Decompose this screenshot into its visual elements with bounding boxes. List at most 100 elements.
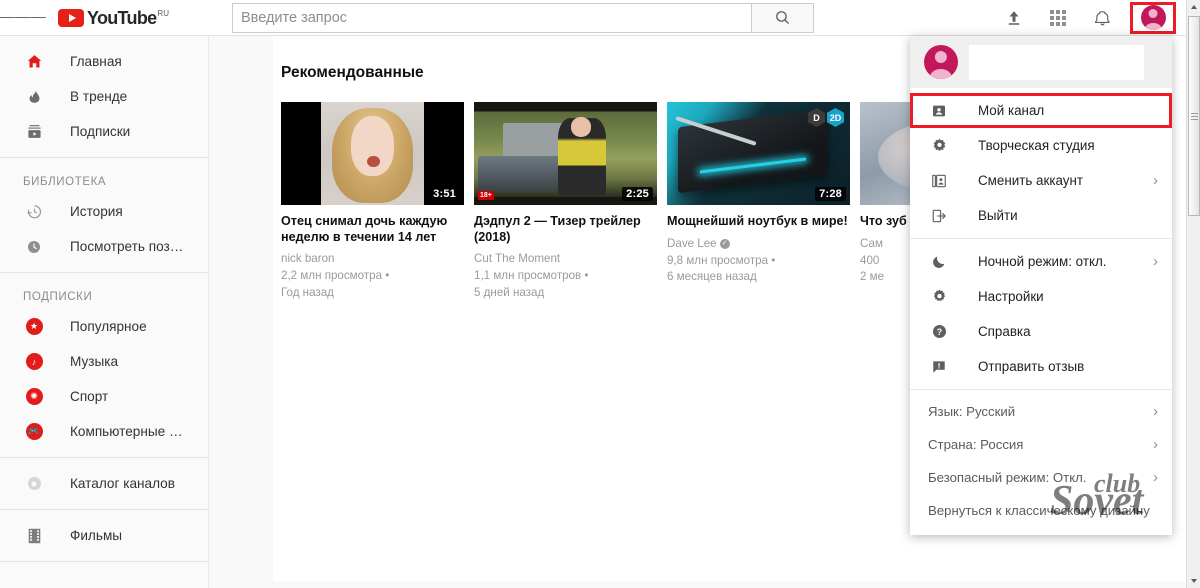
chevron-right-icon: › [1153, 172, 1158, 189]
sidebar-more-section: Фильмы [0, 510, 208, 561]
channel-name: nick baron [281, 252, 335, 266]
youtube-logo-text: YouTube [87, 7, 157, 28]
menu-item-settings[interactable]: Настройки [910, 279, 1172, 314]
sidebar-item-watch-later[interactable]: Посмотреть поз… [0, 229, 208, 264]
menu-item-label: Сменить аккаунт [978, 173, 1084, 188]
video-title[interactable]: Дэдпул 2 — Тизер трейлер (2018) [474, 214, 657, 245]
sidebar-label: Каталог каналов [70, 476, 175, 491]
video-duration: 2:25 [622, 187, 653, 201]
menu-item-label: Вернуться к классическому дизайну [928, 503, 1150, 518]
menu-item-creator-studio[interactable]: Творческая студия [910, 128, 1172, 163]
subscriptions-icon [23, 123, 45, 140]
video-channel[interactable]: Cut The Moment [474, 251, 657, 268]
top-right-actions [994, 0, 1186, 36]
youtube-apps-button[interactable] [1038, 0, 1078, 36]
chevron-right-icon: › [1153, 469, 1158, 486]
sidebar-label: Компьютерные … [70, 424, 183, 439]
video-views: 1,1 млн просмотров • [474, 269, 589, 283]
channel-name: Dave Lee [667, 236, 717, 250]
badge-2d: 2D [827, 108, 844, 127]
search-box[interactable] [231, 2, 752, 33]
hamburger-menu-icon[interactable] [0, 14, 46, 20]
search-button[interactable] [751, 2, 814, 33]
browser-scrollbar[interactable] [1186, 0, 1200, 588]
video-title[interactable]: Отец снимал дочь каждую неделю в течении… [281, 214, 464, 245]
video-thumbnail[interactable]: 18+ 2:25 [474, 102, 657, 205]
feedback-icon [928, 359, 950, 375]
video-duration: 3:51 [429, 187, 460, 201]
menu-item-label: Мой канал [978, 103, 1045, 118]
video-views: 9,8 млн просмотра • [667, 253, 776, 267]
chevron-right-icon: › [1153, 403, 1158, 420]
menu-item-sign-out[interactable]: Выйти [910, 198, 1172, 233]
age-restriction-badge: 18+ [478, 191, 494, 200]
video-card[interactable]: 18+ 2:25 Дэдпул 2 — Тизер трейлер (2018)… [474, 102, 657, 302]
video-channel[interactable]: nick baron [281, 251, 464, 268]
menu-item-label: Настройки [978, 289, 1044, 304]
video-channel[interactable]: Dave Lee ✓ [667, 236, 850, 253]
video-thumbnail[interactable]: 3:51 [281, 102, 464, 205]
scrollbar-thumb[interactable] [1188, 16, 1200, 216]
channel-avatar: ★ [25, 318, 43, 335]
sidebar-item-gaming[interactable]: 🎮 Компьютерные … [0, 414, 208, 449]
youtube-play-icon [58, 8, 84, 27]
chevron-right-icon: › [1153, 253, 1158, 270]
star-channel-icon: ★ [23, 318, 45, 335]
sidebar-item-trending[interactable]: В тренде [0, 79, 208, 114]
sidebar-primary-section: Главная В тренде Подписки [0, 36, 208, 157]
video-age: Год назад [281, 286, 334, 300]
video-thumbnail[interactable]: D 2D 7:28 [667, 102, 850, 205]
menu-item-classic-design[interactable]: Вернуться к классическому дизайну [910, 494, 1172, 527]
sidebar-item-channel-catalog[interactable]: Каталог каналов [0, 466, 208, 501]
gear-icon [928, 288, 950, 305]
left-sidebar: Главная В тренде Подписки БИБЛИОТЕКА Ист… [0, 36, 209, 588]
sidebar-item-subscriptions[interactable]: Подписки [0, 114, 208, 149]
youtube-logo[interactable]: YouTube RU [58, 7, 169, 28]
plus-circle-icon [23, 477, 45, 490]
menu-item-language[interactable]: Язык: Русский › [910, 395, 1172, 428]
channel-name: Cut The Moment [474, 252, 561, 266]
menu-item-send-feedback[interactable]: Отправить отзыв [910, 349, 1172, 384]
sports-ball-channel-icon: ✺ [23, 388, 45, 405]
video-metadata: Cut The Moment 1,1 млн просмотров • 5 дн… [474, 251, 657, 301]
sidebar-item-popular[interactable]: ★ Популярное [0, 309, 208, 344]
sidebar-item-home[interactable]: Главная [0, 44, 208, 79]
chevron-right-icon: › [1153, 436, 1158, 453]
sidebar-heading-subscriptions: ПОДПИСКИ [23, 291, 93, 303]
search-area [231, 2, 814, 33]
notifications-button[interactable] [1082, 0, 1122, 36]
sidebar-label: Подписки [70, 124, 131, 139]
menu-item-help[interactable]: ? Справка [910, 314, 1172, 349]
channel-name: Сам [860, 236, 883, 250]
account-name-redacted [969, 44, 1144, 80]
menu-item-dark-mode[interactable]: Ночной режим: откл. › [910, 244, 1172, 279]
menu-item-restricted-mode[interactable]: Безопасный режим: Откл. › [910, 461, 1172, 494]
sidebar-label: Спорт [70, 389, 109, 404]
menu-item-label: Справка [978, 324, 1031, 339]
video-title[interactable]: Мощнейший ноутбук в мире! [667, 214, 850, 230]
trending-flame-icon [23, 88, 45, 105]
sidebar-label: Музыка [70, 354, 119, 369]
account-avatar-button[interactable] [1130, 1, 1176, 34]
account-menu-group-locale: Язык: Русский › Страна: Россия › Безопас… [910, 390, 1172, 532]
scroll-up-arrow-icon[interactable] [1187, 0, 1200, 14]
search-input[interactable] [240, 9, 743, 26]
help-circle-icon: ? [928, 323, 950, 340]
video-card[interactable]: D 2D 7:28 Мощнейший ноутбук в мире! Dave… [667, 102, 850, 302]
video-card[interactable]: 3:51 Отец снимал дочь каждую неделю в те… [281, 102, 464, 302]
scroll-down-arrow-icon[interactable] [1187, 574, 1200, 588]
menu-item-my-channel[interactable]: Мой канал [910, 93, 1172, 128]
menu-item-switch-account[interactable]: Сменить аккаунт › [910, 163, 1172, 198]
menu-item-label: Ночной режим: откл. [978, 254, 1107, 269]
sidebar-item-music[interactable]: ♪ Музыка [0, 344, 208, 379]
menu-item-country[interactable]: Страна: Россия › [910, 428, 1172, 461]
moon-icon [928, 254, 950, 270]
sidebar-item-movies[interactable]: Фильмы [0, 518, 208, 553]
video-age: 6 месяцев назад [667, 270, 757, 284]
upload-video-button[interactable] [994, 0, 1034, 36]
sidebar-item-history[interactable]: История [0, 194, 208, 229]
sidebar-label: Фильмы [70, 528, 123, 543]
menu-item-label: Выйти [978, 208, 1018, 223]
sidebar-item-sports[interactable]: ✺ Спорт [0, 379, 208, 414]
home-icon [23, 53, 45, 70]
